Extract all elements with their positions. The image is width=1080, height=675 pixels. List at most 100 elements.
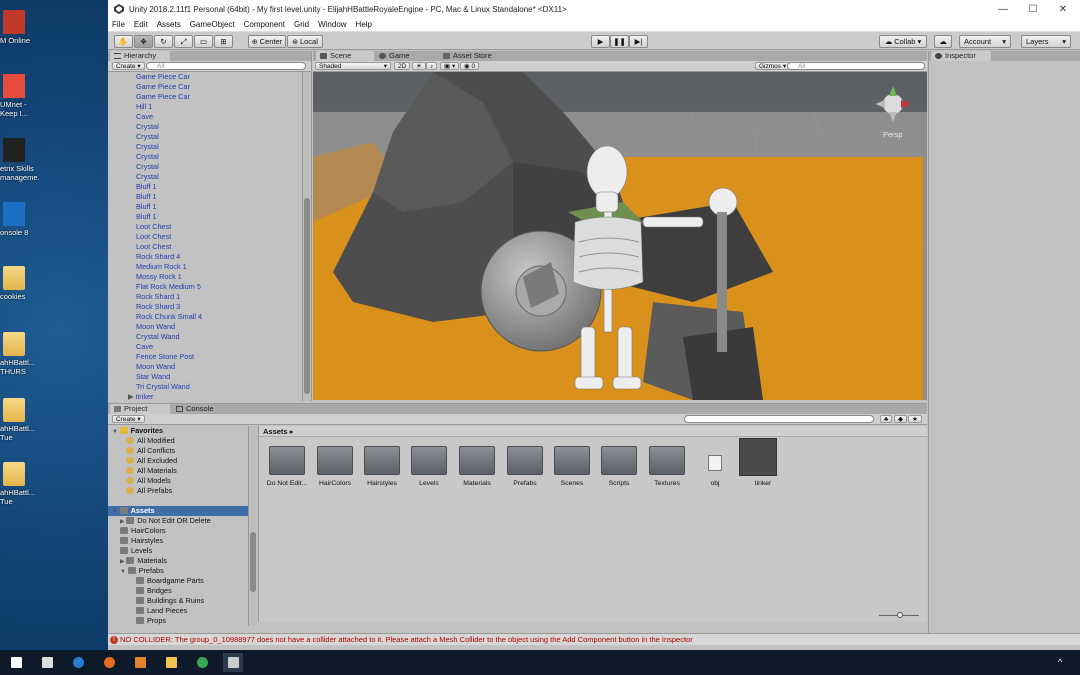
2d-toggle[interactable]: 2D <box>394 62 411 70</box>
favorites-header[interactable]: ▼ Favorites <box>108 426 248 436</box>
desktop-icon[interactable]: M Online <box>0 8 108 72</box>
close-icon[interactable]: ✕ <box>1048 0 1078 18</box>
menu-grid[interactable]: Grid <box>294 20 309 29</box>
pivot-local-button[interactable]: ⊛ Local <box>287 35 323 48</box>
hierarchy-item[interactable]: Loot Chest <box>108 222 300 232</box>
cloud-services-button[interactable]: ☁ <box>934 35 952 48</box>
tab-console[interactable]: Console <box>172 404 232 414</box>
hierarchy-item[interactable]: Bluff 1 <box>108 182 300 192</box>
layers-dropdown[interactable]: Layers ▾ <box>1021 35 1071 48</box>
hierarchy-item[interactable]: Bluff 1 <box>108 212 300 222</box>
minimize-icon[interactable]: — <box>988 0 1018 18</box>
step-button[interactable]: ▶| <box>629 35 648 48</box>
tab-scene[interactable]: Scene <box>316 51 374 61</box>
hidden-objects-icon[interactable]: ◉ 0 <box>460 62 480 70</box>
assets-root[interactable]: ▼ Assets <box>108 506 248 516</box>
scene-viewport[interactable]: Persp <box>313 72 927 400</box>
desktop-icon[interactable]: ahHBattl... Tue <box>0 460 108 524</box>
chrome-icon[interactable] <box>192 653 212 672</box>
favorite-item[interactable]: All Materials <box>108 466 248 476</box>
audio-toggle-icon[interactable]: ♪ <box>426 62 438 70</box>
menu-window[interactable]: Window <box>318 20 346 29</box>
console-status-bar[interactable]: ! NO COLLIDER: The group_0_10988977 does… <box>108 633 1080 645</box>
search-by-type-icon[interactable]: ♣ <box>880 415 893 423</box>
hierarchy-item[interactable]: Rock Shard 1 <box>108 292 300 302</box>
favorite-item[interactable]: All Prefabs <box>108 486 248 496</box>
scene-search-input[interactable]: All <box>787 62 925 70</box>
hierarchy-scroll-thumb[interactable] <box>304 198 310 394</box>
pause-button[interactable]: ❚❚ <box>610 35 629 48</box>
lighting-toggle-icon[interactable]: ☀ <box>412 62 426 70</box>
hierarchy-item[interactable]: Cave <box>108 342 300 352</box>
expand-arrow-icon[interactable]: ▼ <box>120 569 128 575</box>
firefox-icon[interactable] <box>99 653 119 672</box>
hand-tool-button[interactable]: ✋ <box>114 35 133 48</box>
menu-edit[interactable]: Edit <box>134 20 148 29</box>
hierarchy-item[interactable]: Bluff 1 <box>108 202 300 212</box>
project-folder-item[interactable]: ▶ Materials <box>108 556 248 566</box>
desktop-icon[interactable]: ahHBattl... THURS <box>0 330 108 394</box>
hierarchy-item[interactable]: Moon Wand <box>108 362 300 372</box>
hierarchy-item[interactable]: Game Piece Car <box>108 82 300 92</box>
hierarchy-item[interactable]: Rock Chunk Small 4 <box>108 312 300 322</box>
tab-game[interactable]: Game <box>375 51 425 61</box>
collab-button[interactable]: ☁ Collab ▾ <box>879 35 927 48</box>
asset-breadcrumb[interactable]: Assets ▸ <box>259 426 927 437</box>
hierarchy-item[interactable]: Crystal <box>108 162 300 172</box>
expand-arrow-icon[interactable]: ▶ <box>128 392 136 401</box>
hierarchy-item[interactable]: Mossy Rock 1 <box>108 272 300 282</box>
favorites-star-icon[interactable]: ★ <box>908 415 922 423</box>
hierarchy-item[interactable]: Hill 1 <box>108 102 300 112</box>
task-view-icon[interactable] <box>37 653 57 672</box>
project-folder-item[interactable]: Bridges <box>108 586 248 596</box>
project-folder-item[interactable]: Buildings & Ruins <box>108 596 248 606</box>
menu-file[interactable]: File <box>112 20 125 29</box>
project-folder-item[interactable]: Levels <box>108 546 248 556</box>
tab-asset-store[interactable]: Asset Store <box>439 51 513 61</box>
hierarchy-item[interactable]: Crystal <box>108 152 300 162</box>
favorite-item[interactable]: All Models <box>108 476 248 486</box>
edge-icon[interactable] <box>68 653 88 672</box>
project-folder-item[interactable]: Land Pieces <box>108 606 248 616</box>
slider-thumb[interactable] <box>897 612 903 618</box>
hierarchy-item[interactable]: Tri Crystal Wand <box>108 382 300 392</box>
hierarchy-item[interactable]: Crystal <box>108 122 300 132</box>
expand-arrow-icon[interactable]: ▼ <box>112 509 120 515</box>
hierarchy-item-tinker[interactable]: ▶ tinker <box>108 392 300 401</box>
project-folder-item[interactable]: ▶ Do Not Edit OR Delete <box>108 516 248 526</box>
transform-tool-button[interactable]: ⊞ <box>214 35 233 48</box>
move-tool-button[interactable]: ✥ <box>134 35 153 48</box>
search-by-label-icon[interactable]: ◆ <box>894 415 907 423</box>
project-tree-scroll-thumb[interactable] <box>250 532 256 592</box>
hierarchy-item[interactable]: Game Piece Car <box>108 92 300 102</box>
hierarchy-item[interactable]: Bluff 1 <box>108 192 300 202</box>
hierarchy-item[interactable]: Flat Rock Medium 5 <box>108 282 300 292</box>
file-explorer-icon[interactable] <box>161 653 181 672</box>
hierarchy-item[interactable]: Fence Stone Post <box>108 352 300 362</box>
menu-component[interactable]: Component <box>244 20 285 29</box>
scale-tool-button[interactable]: ⤢ <box>174 35 193 48</box>
rotate-tool-button[interactable]: ↻ <box>154 35 173 48</box>
tab-project[interactable]: Project <box>110 404 170 414</box>
project-folder-item[interactable]: HairColors <box>108 526 248 536</box>
media-player-icon[interactable] <box>130 653 150 672</box>
tab-inspector[interactable]: Inspector <box>931 51 991 61</box>
desktop-icon[interactable]: cookies <box>0 264 108 328</box>
favorite-item[interactable]: All Modified <box>108 436 248 446</box>
project-folder-item[interactable]: Hairstyles <box>108 536 248 546</box>
hierarchy-item[interactable]: Medium Rock 1 <box>108 262 300 272</box>
hierarchy-item[interactable]: Cave <box>108 112 300 122</box>
desktop-icon[interactable]: UMnet - Keep I... <box>0 72 108 136</box>
project-folder-item[interactable]: Props <box>108 616 248 626</box>
effects-toggle-icon[interactable]: ▣ ▾ <box>440 62 460 70</box>
rect-tool-button[interactable]: ▭ <box>194 35 213 48</box>
hierarchy-item[interactable]: Rock Shard 3 <box>108 302 300 312</box>
maximize-icon[interactable]: ☐ <box>1018 0 1048 18</box>
menu-assets[interactable]: Assets <box>157 20 181 29</box>
menu-help[interactable]: Help <box>356 20 372 29</box>
favorite-item[interactable]: All Conflicts <box>108 446 248 456</box>
desktop-icon[interactable]: ahHBattl... Tue <box>0 396 108 460</box>
asset-item[interactable]: tinker <box>735 437 791 497</box>
play-button[interactable]: ▶ <box>591 35 610 48</box>
start-icon[interactable] <box>6 653 26 672</box>
